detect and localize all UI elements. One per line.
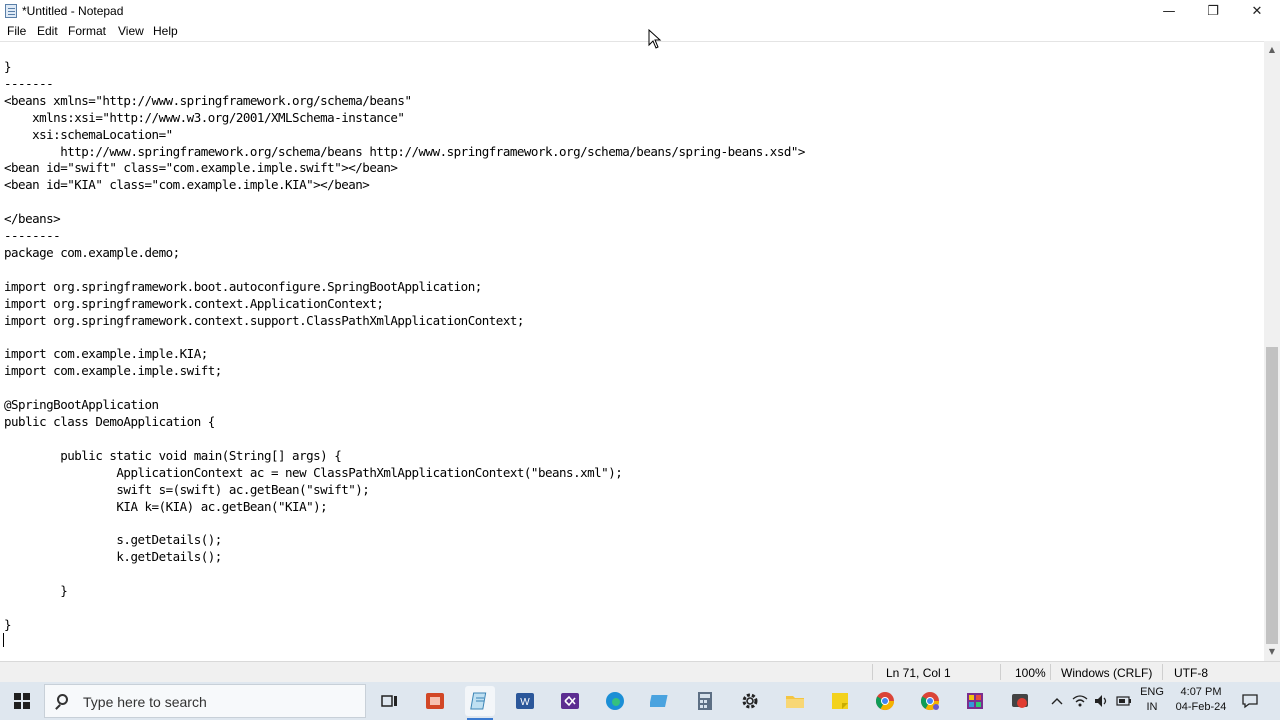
svg-text:W: W [520,697,530,708]
line-ending: Windows (CRLF) [1061,666,1153,680]
sticky-notes-icon[interactable] [825,686,855,716]
status-divider [872,664,873,680]
menu-bar: File Edit Format View Help [0,22,1280,41]
title-bar: *Untitled - Notepad — ❐ ✕ [0,0,1280,22]
menu-help[interactable]: Help [153,24,178,38]
close-button[interactable]: ✕ [1234,0,1280,22]
media-app-icon[interactable] [1005,686,1035,716]
archive-app-icon[interactable] [960,686,990,716]
scroll-up-arrow-icon[interactable]: ▲ [1267,45,1277,55]
chrome-profile-icon[interactable] [915,686,945,716]
clock-time: 4:07 PM [1180,686,1222,698]
word-icon[interactable]: W [510,686,540,716]
taskbar: Type here to search W ENG IN 4:07 PM 04-… [0,682,1280,720]
settings-icon[interactable] [735,686,765,716]
menu-file[interactable]: File [7,24,26,38]
menu-view[interactable]: View [118,24,144,38]
presentation-app-icon[interactable] [420,686,450,716]
maximize-button[interactable]: ❐ [1190,0,1236,22]
task-view-icon[interactable] [375,686,405,716]
input-language-indicator[interactable]: ENG IN [1137,685,1167,715]
window-title: *Untitled - Notepad [22,4,124,18]
encoding: UTF-8 [1174,666,1208,680]
mouse-pointer-icon [648,28,662,54]
show-hidden-icons-chevron-icon[interactable] [1048,682,1066,720]
zoom-level: 100% [1015,666,1046,680]
language-region: IN [1146,701,1158,713]
notepad-app-icon [5,4,17,18]
status-divider [1162,664,1163,680]
menu-edit[interactable]: Edit [37,24,58,38]
menu-format[interactable]: Format [68,24,106,38]
file-explorer-icon[interactable] [780,686,810,716]
scroll-down-arrow-icon[interactable]: ▼ [1267,647,1277,657]
network-icon[interactable] [1070,682,1090,720]
status-divider [1000,664,1001,680]
windows-logo-icon [14,693,30,709]
status-divider [1050,664,1051,680]
search-placeholder: Type here to search [83,694,207,710]
volume-icon[interactable] [1092,682,1112,720]
language-code: ENG [1140,686,1164,698]
start-button[interactable] [0,682,44,720]
text-editor[interactable]: } ------- <beans xmlns="http://www.sprin… [0,41,1264,659]
taskbar-clock[interactable]: 4:07 PM 04-Feb-24 [1168,685,1234,715]
status-bar: Ln 71, Col 1 100% Windows (CRLF) UTF-8 [0,661,1280,682]
photos-icon[interactable] [645,686,675,716]
taskbar-search-box[interactable]: Type here to search [44,684,366,718]
text-caret [3,633,4,647]
cursor-position: Ln 71, Col 1 [886,666,951,680]
notepad-icon[interactable] [465,686,495,720]
vertical-scrollbar[interactable]: ▲ ▼ [1264,41,1280,661]
visual-studio-icon[interactable] [555,686,585,716]
edge-icon[interactable] [600,686,630,716]
clock-date: 04-Feb-24 [1175,701,1227,713]
search-icon [57,694,68,705]
editor-text[interactable]: } ------- <beans xmlns="http://www.sprin… [4,59,805,634]
scrollbar-thumb[interactable] [1266,347,1278,644]
chrome-icon[interactable] [870,686,900,716]
calculator-icon[interactable] [690,686,720,716]
notification-center-icon[interactable] [1238,682,1262,720]
battery-icon[interactable] [1114,682,1134,720]
minimize-button[interactable]: — [1146,0,1192,22]
